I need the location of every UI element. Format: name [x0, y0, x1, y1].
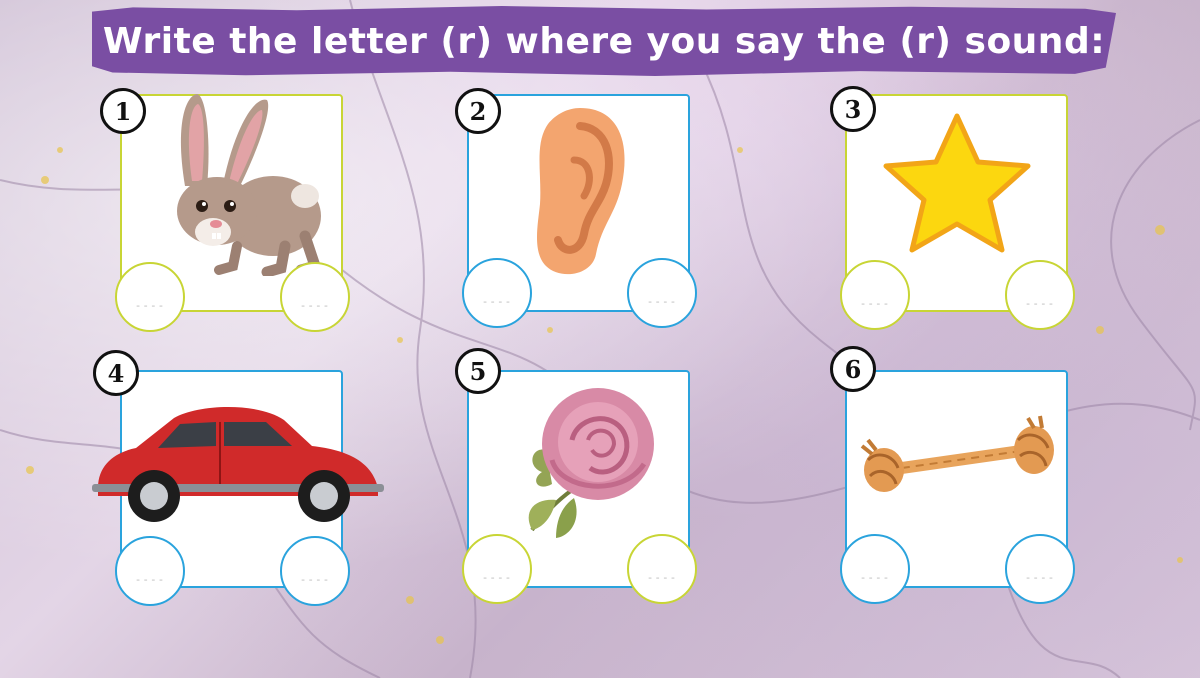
- answer-line: ----: [134, 299, 166, 312]
- item-number-2: 2: [455, 88, 501, 134]
- answer-line: ----: [299, 573, 331, 586]
- answer-line: ----: [1024, 297, 1056, 310]
- answer-line: ----: [646, 571, 678, 584]
- answer-circle-1-right[interactable]: ----: [280, 262, 350, 332]
- answer-circle-3-left[interactable]: ----: [840, 260, 910, 330]
- worksheet-title: Write the letter (r) where you say the (…: [102, 20, 1106, 62]
- answer-circle-5-right[interactable]: ----: [627, 534, 697, 604]
- answer-line: ----: [1024, 571, 1056, 584]
- answer-line: ----: [859, 571, 891, 584]
- title-banner: Write the letter (r) where you say the (…: [92, 6, 1116, 76]
- answer-line: ----: [299, 299, 331, 312]
- answer-circle-4-right[interactable]: ----: [280, 536, 350, 606]
- answer-circle-6-left[interactable]: ----: [840, 534, 910, 604]
- answer-line: ----: [481, 571, 513, 584]
- item-number-5: 5: [455, 348, 501, 394]
- answer-circle-6-right[interactable]: ----: [1005, 534, 1075, 604]
- answer-circle-1-left[interactable]: ----: [115, 262, 185, 332]
- answer-line: ----: [859, 297, 891, 310]
- answer-circle-2-left[interactable]: ----: [462, 258, 532, 328]
- item-number-4: 4: [93, 350, 139, 396]
- item-number-6: 6: [830, 346, 876, 392]
- answer-line: ----: [134, 573, 166, 586]
- rabbit-icon: [177, 94, 323, 276]
- rope-icon: [860, 415, 1054, 492]
- item-number-3: 3: [830, 86, 876, 132]
- item-number-1: 1: [100, 88, 146, 134]
- answer-circle-5-left[interactable]: ----: [462, 534, 532, 604]
- answer-line: ----: [646, 295, 678, 308]
- answer-line: ----: [481, 295, 513, 308]
- ear-icon: [537, 108, 625, 275]
- answer-circle-2-right[interactable]: ----: [627, 258, 697, 328]
- answer-circle-4-left[interactable]: ----: [115, 536, 185, 606]
- answer-circle-3-right[interactable]: ----: [1005, 260, 1075, 330]
- rose-icon: [528, 388, 654, 538]
- car-icon: [92, 407, 384, 522]
- star-icon: [883, 113, 1031, 253]
